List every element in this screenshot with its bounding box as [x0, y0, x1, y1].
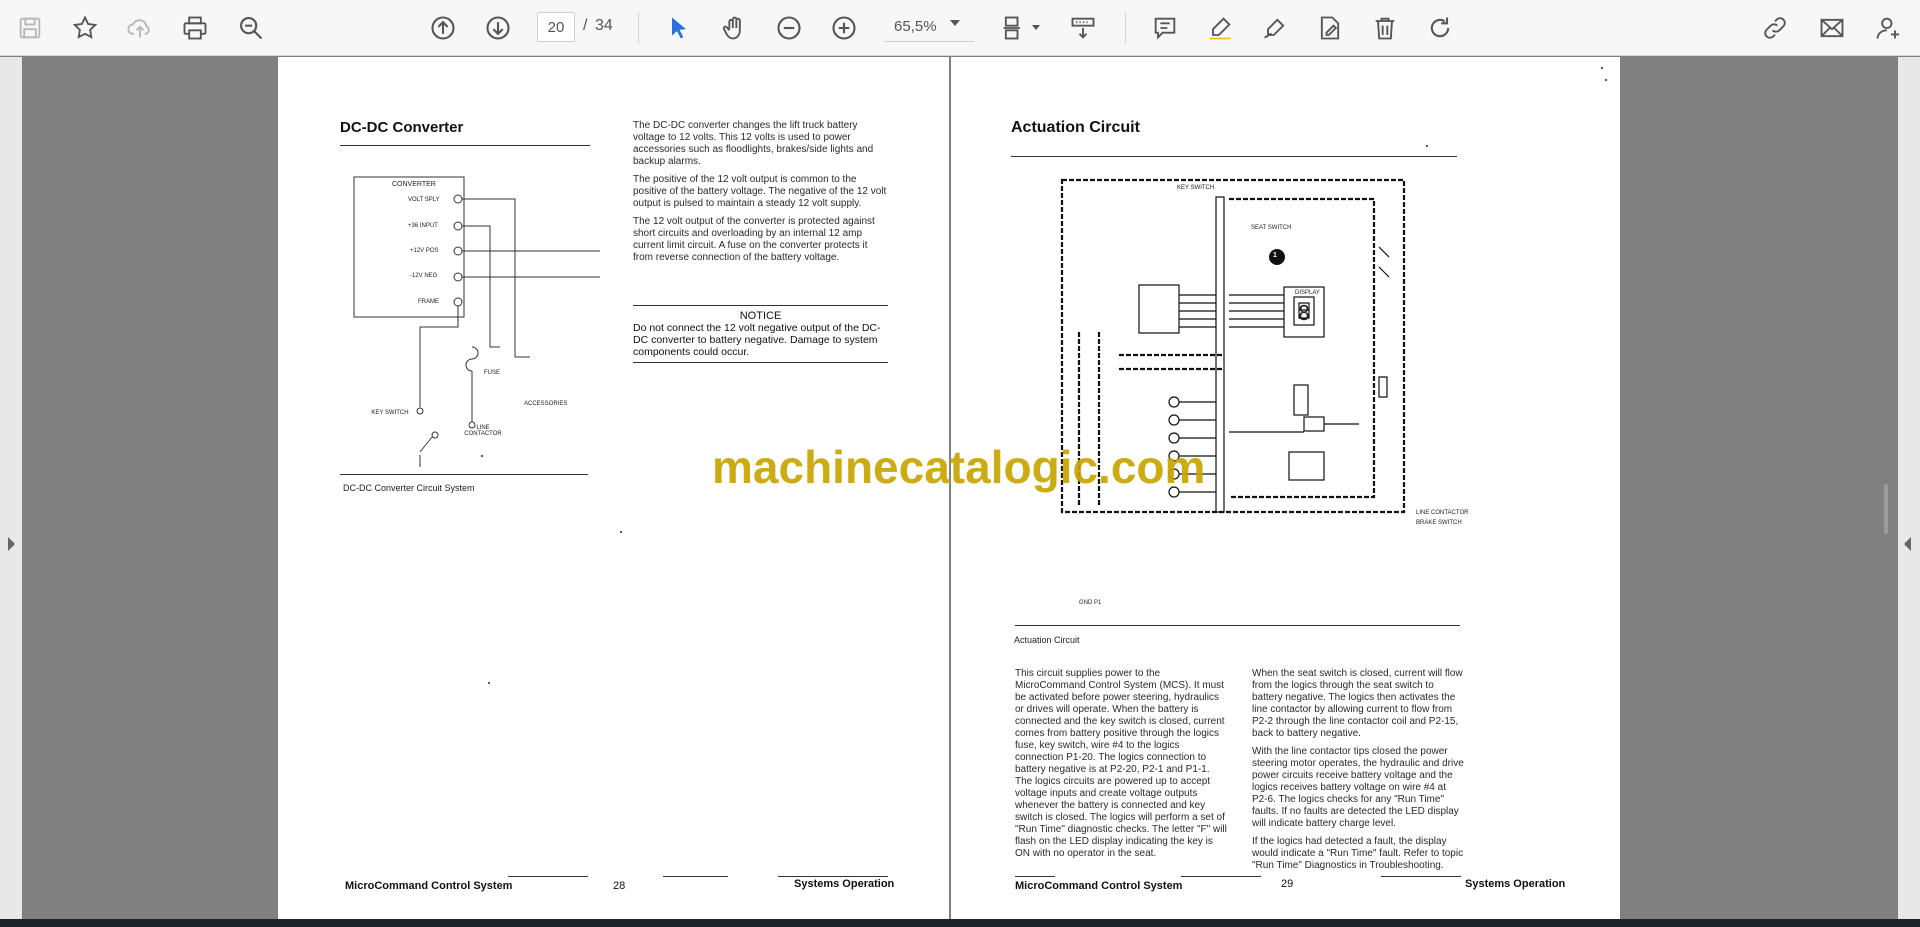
scan-speck	[1426, 145, 1428, 147]
led-display-digit: 8	[1298, 301, 1311, 325]
hand-icon[interactable]	[714, 8, 754, 48]
draw-icon[interactable]	[1255, 8, 1295, 48]
body-text: The DC-DC converter changes the lift tru…	[633, 120, 888, 270]
body-column-2: When the seat switch is closed, current …	[1252, 668, 1464, 878]
page-down-icon[interactable]	[478, 8, 518, 48]
share-link-icon[interactable]	[1755, 8, 1795, 48]
scroll-mode-icon[interactable]	[1063, 8, 1103, 48]
current-page-value: 20	[547, 18, 565, 36]
diagram-label: +12V POS	[410, 248, 439, 254]
zoom-level-field[interactable]: 65,5%	[884, 12, 974, 42]
diagram-label: DISPLAY	[1295, 290, 1320, 296]
comment-icon[interactable]	[1145, 8, 1185, 48]
highlight-icon[interactable]	[1200, 8, 1240, 48]
diagram-label: VOLT SPLY	[408, 197, 440, 203]
upload-icon[interactable]	[120, 8, 160, 48]
diagram-marker: 1	[1273, 252, 1277, 259]
diagram-label: KEY SWITCH	[371, 410, 409, 416]
save-icon[interactable]	[10, 8, 50, 48]
zoom-in-icon[interactable]	[824, 8, 864, 48]
footer-title: MicroCommand Control System	[345, 880, 513, 892]
page-up-icon[interactable]	[423, 8, 463, 48]
page-separator: /	[583, 17, 588, 34]
chevron-down-icon[interactable]	[950, 20, 960, 26]
diagram-label: -12V NEG	[410, 273, 438, 279]
add-user-icon[interactable]	[1868, 8, 1908, 48]
figure-caption: Actuation Circuit	[1014, 635, 1080, 645]
caption-rule	[340, 474, 588, 475]
diagram-label: ACCESSORIES	[524, 401, 568, 407]
diagram-label: FRAME	[418, 299, 439, 305]
total-pages: 34	[595, 17, 613, 34]
watermark-text: machinecatalogic.com	[712, 441, 1206, 493]
current-page-input[interactable]: 20	[537, 12, 575, 42]
footer-rule	[663, 876, 728, 877]
paragraph: When the seat switch is closed, current …	[1252, 668, 1463, 739]
scan-speck	[1605, 79, 1607, 81]
heading-rule	[340, 145, 590, 146]
zoom-out-icon[interactable]	[769, 8, 809, 48]
chevron-left-icon	[1904, 537, 1911, 551]
diagram-label: +36 INPUT	[408, 223, 438, 229]
right-panel-toggle[interactable]	[1898, 57, 1920, 919]
footer-title: MicroCommand Control System	[1015, 880, 1183, 892]
footer-rule	[778, 876, 888, 877]
print-icon[interactable]	[175, 8, 215, 48]
diagram-label: SEAT SWITCH	[1251, 225, 1292, 231]
footer-section: Systems Operation	[794, 878, 895, 890]
footer-rule	[508, 876, 588, 877]
section-heading: Actuation Circuit	[1011, 119, 1140, 136]
left-panel-toggle[interactable]	[0, 57, 22, 919]
diagram-label: LINE CONTACTOR	[1416, 510, 1469, 516]
footer-page-number: 29	[1281, 878, 1294, 890]
footer-page-number: 28	[613, 880, 626, 892]
zoom-search-icon[interactable]	[231, 8, 271, 48]
footer-section: Systems Operation	[1465, 878, 1566, 890]
chevron-right-icon	[8, 537, 15, 551]
diagram-label: LINE CONTACTOR	[464, 425, 502, 437]
select-cursor-icon[interactable]	[659, 8, 699, 48]
diagram-label: GND P1	[1079, 600, 1102, 606]
page-layout-icon[interactable]	[994, 8, 1034, 48]
notice-rule-bottom	[633, 362, 888, 363]
paragraph: If the logics had detected a fault, the …	[1252, 836, 1464, 871]
scan-speck	[481, 455, 483, 457]
paragraph: The 12 volt output of the converter is p…	[633, 216, 875, 263]
body-column-1: This circuit supplies power to the Micro…	[1015, 668, 1227, 866]
star-icon[interactable]	[65, 8, 105, 48]
email-icon[interactable]	[1812, 8, 1852, 48]
scan-speck	[488, 682, 490, 684]
scan-speck	[620, 531, 622, 533]
figure-caption: DC-DC Converter Circuit System	[343, 483, 475, 493]
diagram-label: KEY SWITCH	[1177, 185, 1215, 191]
bottom-taskbar-strip	[0, 919, 1920, 927]
notice-rule-top	[633, 305, 888, 306]
section-heading: DC-DC Converter	[340, 119, 464, 136]
footer-rule	[1381, 876, 1461, 877]
paragraph: This circuit supplies power to the Micro…	[1015, 668, 1227, 859]
paragraph: With the line contactor tips closed the …	[1252, 746, 1464, 829]
rotate-icon[interactable]	[1420, 8, 1460, 48]
zoom-level-value: 65,5%	[894, 18, 937, 35]
notice-title: NOTICE	[739, 310, 782, 322]
notice-body: Do not connect the 12 volt negative outp…	[633, 322, 881, 358]
diagram-label: FUSE	[484, 370, 501, 376]
toolbar-divider	[1125, 12, 1126, 44]
paragraph: The positive of the 12 volt output is co…	[633, 174, 887, 209]
heading-rule	[1011, 156, 1457, 157]
toolbar-divider	[638, 12, 639, 44]
footer-rule	[1015, 876, 1055, 877]
footer-rule	[1181, 876, 1261, 877]
vertical-scrollbar[interactable]	[1884, 484, 1888, 534]
diagram-label: CONVERTER	[392, 181, 436, 188]
paragraph: The DC-DC converter changes the lift tru…	[633, 120, 874, 167]
diagram-label: BRAKE SWITCH	[1416, 520, 1462, 526]
delete-icon[interactable]	[1365, 8, 1405, 48]
toolbar: 20 / 34 65,5%	[0, 0, 1920, 56]
chevron-down-icon[interactable]	[1032, 25, 1040, 30]
fill-sign-icon[interactable]	[1310, 8, 1350, 48]
scan-speck	[1601, 67, 1603, 69]
dc-dc-converter-diagram	[353, 176, 600, 467]
caption-rule	[1015, 625, 1460, 626]
